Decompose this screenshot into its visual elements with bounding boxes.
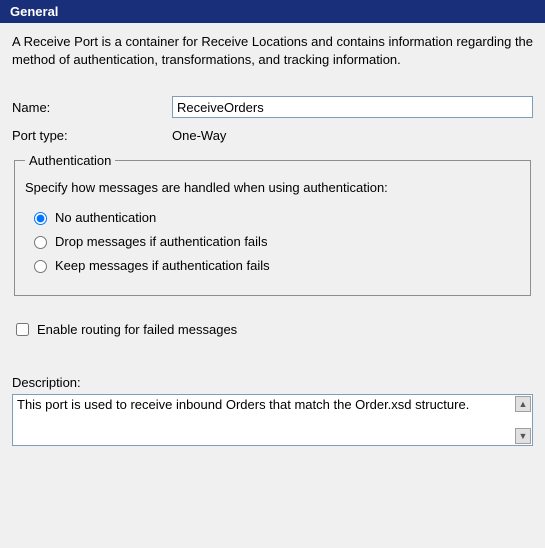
scroll-down-icon[interactable]: ▼ [515, 428, 531, 444]
panel-header: General [0, 0, 545, 23]
description-text[interactable]: This port is used to receive inbound Ord… [13, 395, 532, 416]
port-type-value: One-Way [172, 128, 226, 143]
auth-option-keep[interactable]: Keep messages if authentication fails [25, 257, 520, 273]
authentication-legend: Authentication [25, 153, 115, 168]
authentication-note: Specify how messages are handled when us… [25, 180, 520, 195]
name-label: Name: [12, 100, 172, 115]
auth-option-no-auth[interactable]: No authentication [25, 209, 520, 225]
description-field[interactable]: This port is used to receive inbound Ord… [12, 394, 533, 446]
auth-radio-no-auth[interactable] [34, 212, 47, 225]
auth-radio-drop[interactable] [34, 236, 47, 249]
authentication-group: Authentication Specify how messages are … [14, 153, 531, 296]
auth-option-label: Drop messages if authentication fails [55, 234, 267, 249]
panel-title: General [10, 4, 58, 19]
name-row: Name: [12, 96, 533, 118]
port-type-row: Port type: One-Way [12, 128, 533, 143]
intro-text: A Receive Port is a container for Receiv… [12, 33, 533, 68]
routing-checkbox-row[interactable]: Enable routing for failed messages [12, 320, 533, 339]
scroll-up-icon[interactable]: ▲ [515, 396, 531, 412]
auth-radio-keep[interactable] [34, 260, 47, 273]
name-input[interactable] [172, 96, 533, 118]
description-label: Description: [12, 375, 533, 390]
auth-option-drop[interactable]: Drop messages if authentication fails [25, 233, 520, 249]
port-type-label: Port type: [12, 128, 172, 143]
auth-option-label: No authentication [55, 210, 156, 225]
panel-content: A Receive Port is a container for Receiv… [0, 23, 545, 456]
auth-option-label: Keep messages if authentication fails [55, 258, 270, 273]
routing-label: Enable routing for failed messages [37, 322, 237, 337]
routing-checkbox[interactable] [16, 323, 29, 336]
